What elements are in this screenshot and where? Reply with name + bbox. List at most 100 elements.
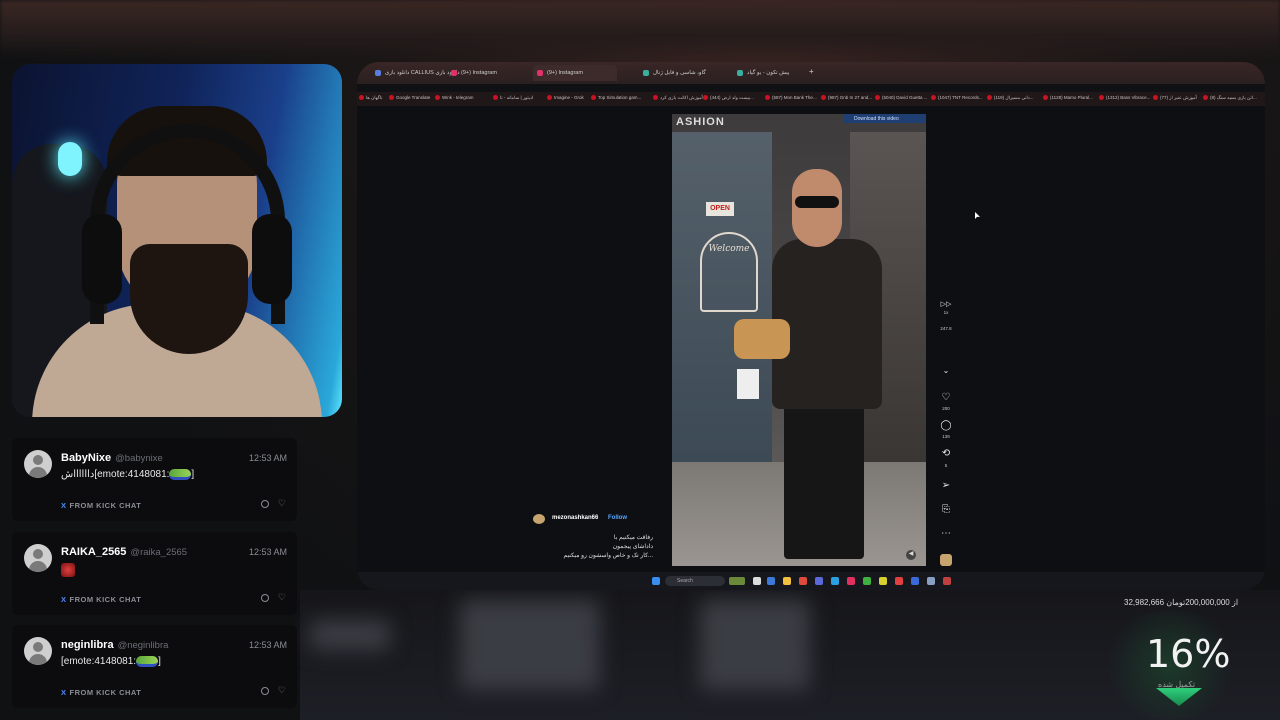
avatar[interactable] <box>533 514 545 524</box>
chat-text <box>61 563 75 580</box>
bookmark[interactable]: (987) Gnb In 27 and... <box>821 95 872 100</box>
bookmark-icon[interactable]: ⎘ <box>934 504 958 515</box>
new-tab-button[interactable]: + <box>795 65 820 81</box>
bookmark[interactable]: (1312) Bass Vibrace... <box>1099 95 1150 100</box>
bookmark[interactable]: (1047) TNT Records... <box>931 95 983 100</box>
settings-icon[interactable] <box>927 577 935 585</box>
audio-thumbnail[interactable] <box>940 554 952 566</box>
chat-username[interactable]: RAIKA_2565 <box>61 546 126 558</box>
repost-count: 5 <box>944 463 948 468</box>
bookmark[interactable]: Google Translate <box>389 95 430 100</box>
stream-overlay: BabyNixe @babynixe 12:53 AM دااااااش[emot… <box>0 0 1280 720</box>
app-icon[interactable] <box>911 577 919 585</box>
donation-goal-text: 32,982,666 از 200,000,000تومان <box>1124 598 1239 607</box>
chat-timestamp: 12:53 AM <box>248 547 287 557</box>
comment-icon[interactable]: ◯ <box>934 420 958 431</box>
telegram-icon[interactable] <box>831 577 839 585</box>
chat-source: X FROM KICK CHAT <box>61 501 142 510</box>
comment-count: 139 <box>942 434 950 439</box>
chevron-down-icon[interactable]: ⌄ <box>934 366 958 375</box>
tab-instagram[interactable]: (9+) Instagram <box>447 65 503 81</box>
bookmark[interactable]: Wink - telegram <box>435 95 474 100</box>
reel-video[interactable]: ASHION OPEN Welcome Download this video … <box>672 114 926 566</box>
app-icon[interactable] <box>943 577 951 585</box>
chat-username[interactable]: BabyNixe <box>61 452 111 464</box>
background-blur-top <box>0 0 1280 60</box>
taskbar-search[interactable]: Search <box>665 576 725 586</box>
heart-icon[interactable]: ♡ <box>934 392 958 403</box>
heart-icon[interactable]: ♡ <box>278 592 286 603</box>
tab-bar: دانلود بازی CALLIUS دانلود بازی (9+) Ins… <box>357 62 1265 84</box>
emote-icon <box>61 563 75 577</box>
emote-icon <box>169 469 192 480</box>
reel-caption: رفاقت میکنیم با داداشای پیجمون کار تک و … <box>563 535 653 559</box>
bookmark[interactable]: (77) آموزش عنبر از <box>1153 95 1197 101</box>
avatar <box>24 544 52 572</box>
tab-instagram-active[interactable]: (9+) Instagram <box>533 65 617 81</box>
more-options-icon[interactable]: ⋯ <box>934 528 958 539</box>
heart-icon[interactable]: ♡ <box>278 498 286 509</box>
bookmark[interactable]: Imagine - Grok <box>547 95 584 100</box>
open-sign: OPEN <box>706 202 734 216</box>
chat-timestamp: 12:53 AM <box>248 640 287 650</box>
bookmark[interactable]: (5040) David Guetta ... <box>875 95 928 100</box>
chat-source: X FROM KICK CHAT <box>61 595 142 604</box>
bookmark[interactable]: (1128) Mamo Plural... <box>1043 95 1093 100</box>
discord-icon[interactable] <box>815 577 823 585</box>
chat-handle: @neginlibra <box>117 640 169 651</box>
bookmark[interactable]: (8) اتن بازی بسیه سنگ... <box>1203 95 1257 101</box>
donation-percent: 16% <box>1146 632 1231 676</box>
ring-light <box>58 142 82 176</box>
follow-button[interactable]: Follow <box>608 515 627 521</box>
reply-icon[interactable] <box>261 594 269 602</box>
share-icon[interactable]: ➢ <box>934 480 958 491</box>
app-icon[interactable] <box>847 577 855 585</box>
reply-icon[interactable] <box>261 687 269 695</box>
bookmark[interactable]: (587) Mon Bank The... <box>765 95 817 100</box>
download-video-button[interactable]: Download this video <box>844 114 926 123</box>
fast-forward-icon[interactable]: ▷▷ <box>934 300 958 308</box>
chat-text: [emote:4148081:] <box>61 656 161 668</box>
sandals <box>734 319 790 359</box>
app-icon[interactable] <box>895 577 903 585</box>
chat-handle: @babynixe <box>115 453 163 464</box>
webcam-feed <box>12 64 342 417</box>
x-logo-icon: X <box>61 595 67 604</box>
instagram-reel-page: ASHION OPEN Welcome Download this video … <box>357 106 1265 572</box>
screen-capture-browser: دانلود بازی CALLIUS دانلود بازی (9+) Ins… <box>357 62 1265 590</box>
no-smoking-sign <box>737 369 759 399</box>
windows-taskbar: Search <box>357 572 1265 590</box>
chat-message: BabyNixe @babynixe 12:53 AM دااااااش[emot… <box>12 438 297 521</box>
app-icon[interactable] <box>729 577 745 585</box>
edge-icon[interactable] <box>767 577 775 585</box>
chat-username[interactable]: neginlibra <box>61 639 114 651</box>
windows-start-icon[interactable] <box>652 577 660 585</box>
like-count: 200 <box>942 406 950 411</box>
file-explorer-icon[interactable] <box>783 577 791 585</box>
bookmark[interactable]: (119) دانی مسیرال... <box>987 95 1033 101</box>
repost-icon[interactable]: ⟲ <box>934 448 958 459</box>
chat-timestamp: 12:53 AM <box>248 453 287 463</box>
chat-handle: @raika_2565 <box>130 547 188 558</box>
chrome-icon[interactable] <box>799 577 807 585</box>
tab[interactable]: پیش تکون - یو گپاد <box>733 65 795 81</box>
bookmark[interactable]: (444) بیست ولد ارض... <box>703 95 754 101</box>
reply-icon[interactable] <box>261 500 269 508</box>
bookmark[interactable]: ناگهان ها <box>359 95 383 101</box>
x-logo-icon: X <box>61 688 67 697</box>
shop-sign: ASHION <box>676 116 725 128</box>
app-icon[interactable] <box>879 577 887 585</box>
tab[interactable]: گاو، شاسی و فایل ژنال <box>639 65 712 81</box>
favicon-icon <box>375 70 381 76</box>
wpm-label: 247.8 <box>940 326 952 331</box>
bookmark[interactable]: ادیتور | سامانه - تا <box>493 95 533 101</box>
app-icon[interactable] <box>863 577 871 585</box>
bookmark[interactable]: Top Simulation gam... <box>591 95 641 100</box>
emote-icon <box>136 656 159 667</box>
author-username[interactable]: mezonashkan66 <box>552 515 598 521</box>
bookmark[interactable]: آموزش اکانت بازی کرد <box>653 95 703 101</box>
heart-icon[interactable]: ♡ <box>278 685 286 696</box>
task-view-icon[interactable] <box>753 577 761 585</box>
mute-icon[interactable]: ◀ <box>906 550 916 560</box>
speed-label: 1x <box>943 310 949 315</box>
